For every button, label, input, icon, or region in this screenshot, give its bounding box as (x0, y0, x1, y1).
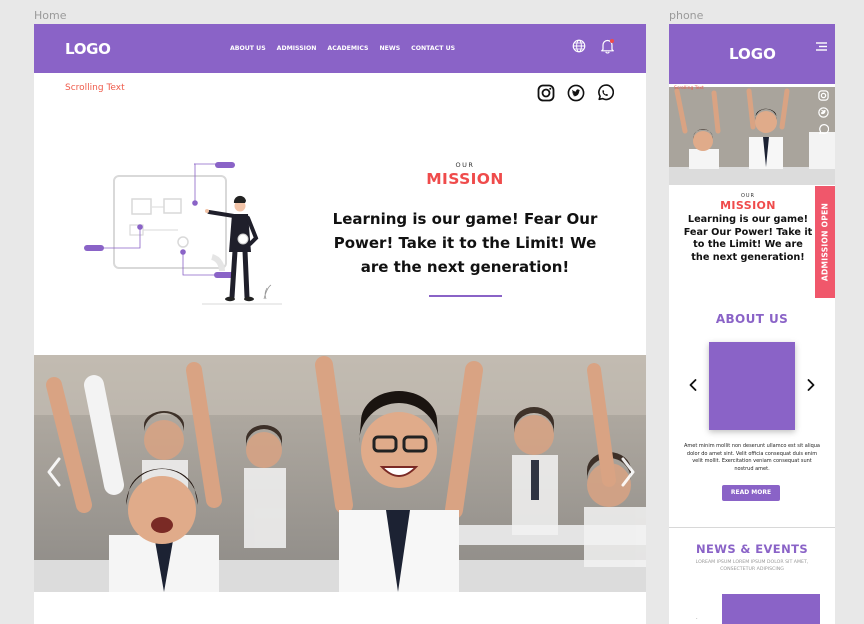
bell-icon[interactable] (600, 38, 615, 54)
notification-dot (610, 39, 614, 43)
chevron-right-icon[interactable] (620, 457, 636, 487)
scrolling-text: Scrolling Text (65, 83, 125, 93)
chevron-left-icon[interactable] (46, 457, 62, 487)
phone-navbar: LOGO (669, 24, 835, 84)
phone-mission-text: Learning is our game! Fear Our Power! Ta… (683, 214, 813, 263)
phone-hero-photo (669, 87, 835, 185)
phone-frame: LOGO Scrolling Text OUR MISSION Learning… (669, 24, 835, 624)
phone-mission-section: OUR MISSION Learning is our game! Fear O… (683, 193, 813, 264)
presentation-illustration (84, 162, 282, 305)
about-chevron-left-icon[interactable] (689, 379, 697, 391)
hamburger-icon[interactable] (815, 42, 828, 51)
twitter-icon[interactable] (567, 84, 585, 102)
admission-open-tab[interactable]: ADMISSION OPEN (815, 186, 835, 298)
mission-text: Learning is our game! Fear Our Power! Ta… (332, 210, 598, 276)
phone-twitter-icon[interactable] (818, 107, 829, 118)
phone-instagram-icon[interactable] (818, 90, 829, 101)
phone-logo[interactable]: LOGO (729, 45, 776, 63)
globe-icon[interactable] (572, 39, 586, 53)
admission-open-label: ADMISSION OPEN (820, 202, 830, 282)
read-more-button[interactable]: READ MORE (722, 485, 780, 501)
hero-carousel[interactable] (34, 355, 646, 592)
top-navbar: LOGO ABOUT US ADMISSION ACADEMICS NEWS C… (34, 24, 646, 73)
frame-label-phone: phone (669, 9, 704, 22)
mission-divider (428, 295, 502, 297)
section-divider (669, 527, 835, 528)
nav-about-us[interactable]: ABOUT US (230, 45, 266, 52)
news-events-title: NEWS & EVENTS (695, 542, 809, 556)
instagram-icon[interactable] (537, 84, 555, 102)
about-chevron-right-icon[interactable] (807, 379, 815, 391)
about-us-title: ABOUT US (715, 312, 789, 326)
phone-scrolling-text: Scrolling Text (674, 86, 704, 91)
nav-contact-us[interactable]: CONTACT US (411, 45, 455, 52)
news-events-subtitle: LOREAM IPSUM LOREM IPSUM DOLOR SIT AMET,… (695, 560, 809, 572)
news-image-placeholder[interactable] (722, 594, 820, 624)
logo[interactable]: LOGO (65, 40, 111, 58)
students-cheering-photo (34, 355, 646, 592)
nav-academics[interactable]: ACADEMICS (327, 45, 368, 52)
about-image-placeholder (709, 342, 795, 430)
news-pager-dot: · (696, 616, 698, 622)
about-us-text: Amet minim mollit non deserunt ullamco e… (683, 443, 820, 472)
frame-label-home: Home (34, 9, 67, 22)
phone-students-photo (669, 87, 835, 185)
nav-news[interactable]: NEWS (379, 45, 400, 52)
mission-section: OUR MISSION Learning is our game! Fear O… (324, 161, 606, 297)
nav-admission[interactable]: ADMISSION (277, 45, 317, 52)
mission-eyebrow: OUR (455, 161, 475, 169)
phone-mission-title: MISSION (720, 199, 776, 212)
whatsapp-icon[interactable] (596, 84, 614, 102)
home-frame: LOGO ABOUT US ADMISSION ACADEMICS NEWS C… (34, 24, 646, 624)
phone-whatsapp-icon[interactable] (818, 124, 829, 135)
main-nav: ABOUT US ADMISSION ACADEMICS NEWS CONTAC… (230, 45, 455, 52)
mission-title: MISSION (426, 170, 504, 188)
